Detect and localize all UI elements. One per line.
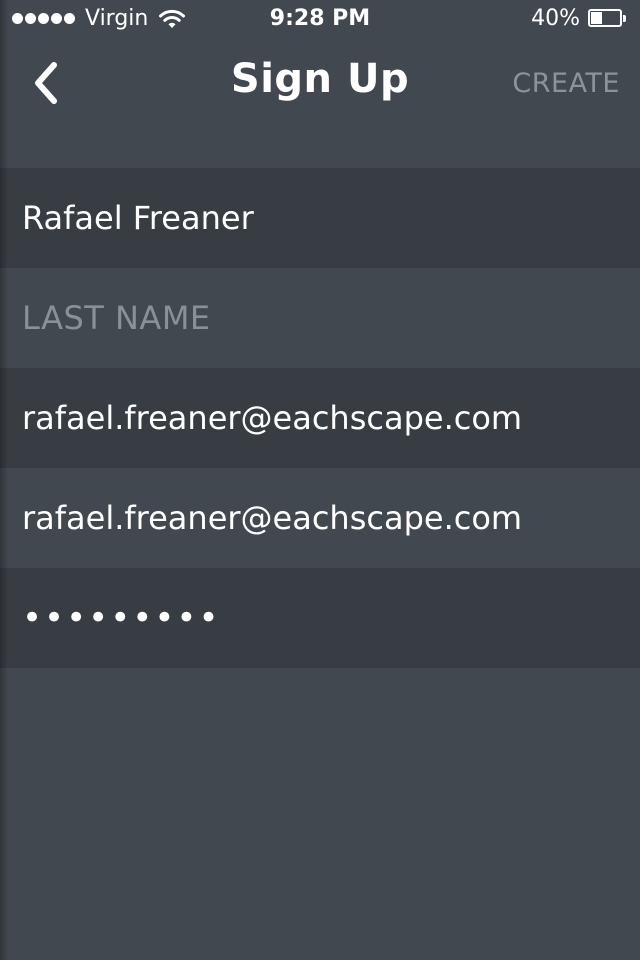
email-confirm-row bbox=[0, 468, 640, 568]
first-name-field[interactable] bbox=[22, 199, 622, 237]
navigation-bar: Sign Up CREATE bbox=[0, 40, 640, 128]
email-field[interactable] bbox=[22, 399, 622, 437]
email-row bbox=[0, 368, 640, 468]
battery-icon bbox=[588, 8, 628, 29]
battery-fill bbox=[591, 11, 602, 24]
password-row bbox=[0, 568, 640, 668]
sign-up-screen: Virgin 9:28 PM 40% Sign Up CREATE bbox=[0, 0, 640, 960]
last-name-row bbox=[0, 268, 640, 368]
password-field[interactable] bbox=[22, 598, 622, 638]
first-name-row bbox=[0, 168, 640, 268]
create-button[interactable]: CREATE bbox=[512, 68, 620, 99]
status-bar: Virgin 9:28 PM 40% bbox=[0, 0, 640, 40]
battery-percent: 40% bbox=[531, 6, 580, 31]
status-right: 40% bbox=[531, 6, 628, 31]
sign-up-form bbox=[0, 168, 640, 668]
last-name-field[interactable] bbox=[22, 299, 622, 337]
email-confirm-field[interactable] bbox=[22, 499, 622, 537]
battery-tip bbox=[623, 14, 626, 22]
